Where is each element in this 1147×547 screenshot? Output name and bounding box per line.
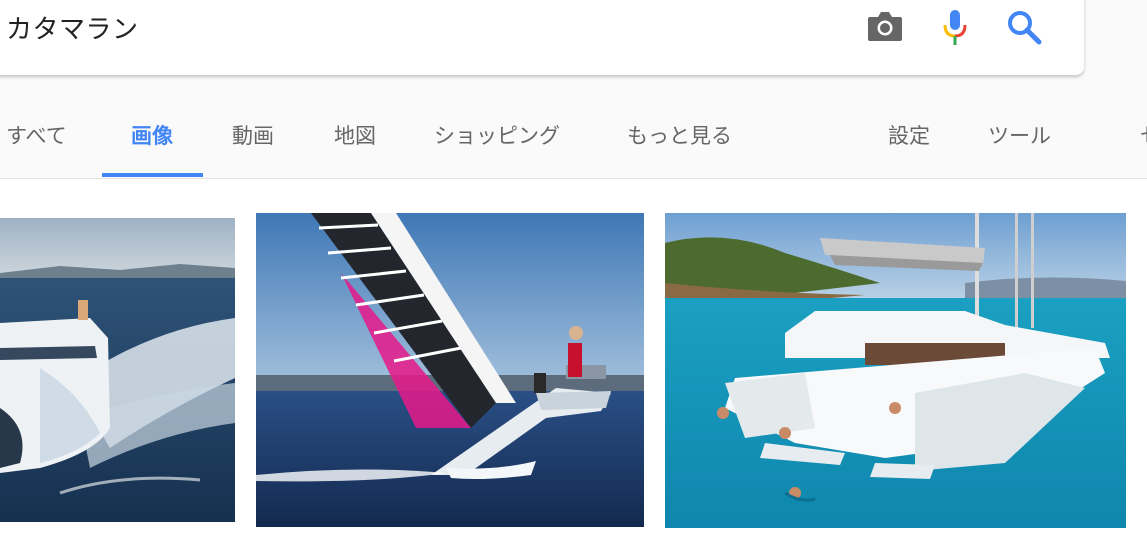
luxury-catamaran-image bbox=[665, 213, 1126, 528]
image-result-2[interactable] bbox=[256, 213, 644, 527]
tab-more[interactable]: もっと見る bbox=[627, 120, 732, 150]
active-tab-indicator bbox=[102, 173, 203, 177]
search-box[interactable]: カタマラン bbox=[0, 0, 1084, 75]
image-result-1[interactable] bbox=[0, 218, 235, 522]
tab-images[interactable]: 画像 bbox=[131, 120, 173, 150]
search-input[interactable]: カタマラン bbox=[6, 9, 139, 46]
tab-shopping[interactable]: ショッピング bbox=[434, 120, 560, 150]
search-tabs: すべて 画像 動画 地図 ショッピング もっと見る 設定 ツール セ bbox=[0, 100, 1147, 179]
ferry-catamaran-image bbox=[0, 218, 235, 522]
image-result-3[interactable] bbox=[665, 213, 1126, 528]
tab-videos[interactable]: 動画 bbox=[232, 120, 274, 150]
camera-icon[interactable] bbox=[866, 8, 904, 44]
tab-settings[interactable]: 設定 bbox=[888, 120, 930, 150]
mic-icon[interactable] bbox=[940, 8, 970, 48]
tab-tools[interactable]: ツール bbox=[988, 120, 1051, 150]
sailing-catamaran-image bbox=[256, 213, 644, 527]
tab-safesearch[interactable]: セ bbox=[1140, 120, 1147, 150]
search-icon[interactable] bbox=[1006, 9, 1042, 45]
top-area: カタマラン すべて 画像 動画 地図 ショッピング もっと見る 設定 ツール セ bbox=[0, 0, 1147, 179]
tab-all[interactable]: すべて bbox=[6, 120, 67, 150]
tab-maps[interactable]: 地図 bbox=[334, 120, 376, 150]
